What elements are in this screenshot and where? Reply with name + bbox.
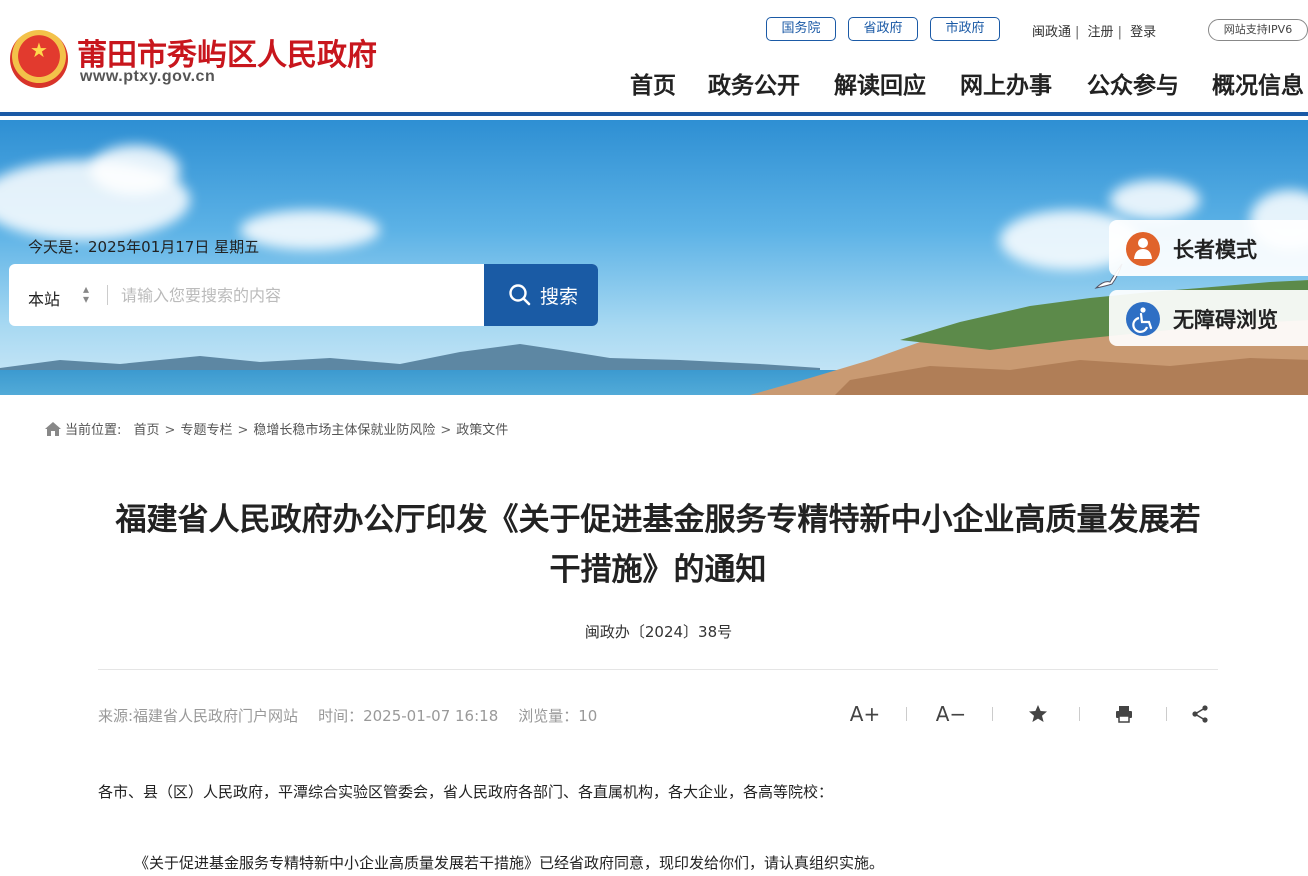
star-icon[interactable]	[1025, 701, 1051, 727]
minzhengtong-link[interactable]: 闽政通	[1032, 25, 1071, 40]
separator: |	[1075, 25, 1080, 40]
article-paragraph: 《关于促进基金服务专精特新中小企业高质量发展若干措施》已经省政府同意，现印发给你…	[134, 854, 885, 872]
search-bar: 本站 ▴▾ 搜索	[9, 264, 598, 326]
nav-government-affairs[interactable]: 政务公开	[708, 66, 800, 100]
updown-arrow-icon[interactable]: ▴ ▾	[83, 283, 89, 305]
article-meta: 来源:福建省人民政府门户网站 时间：2025-01-07 16:18 浏览量：10	[98, 705, 617, 726]
article-toolbar: A+ A−	[829, 701, 1229, 727]
article-salutation: 各市、县（区）人民政府，平潭综合实验区管委会，省人民政府各部门、各直属机构，各大…	[98, 783, 834, 801]
elder-mode-label: 长者模式	[1173, 238, 1257, 262]
tool-separator	[992, 707, 993, 721]
breadcrumb: 当前位置: 首页 > 专题专栏 > 稳增长稳市场主体保就业防风险 > 政策文件	[45, 419, 508, 438]
article-title: 福建省人民政府办公厅印发《关于促进基金服务专精特新中小企业高质量发展若 干措施》…	[89, 495, 1227, 595]
national-emblem-icon	[10, 30, 68, 88]
gov-link-state-council[interactable]: 国务院	[766, 17, 836, 41]
search-button-label: 搜索	[540, 286, 579, 308]
nav-overview[interactable]: 概况信息	[1212, 66, 1304, 100]
accessible-browse-button[interactable]: 无障碍浏览	[1109, 290, 1308, 346]
breadcrumb-home[interactable]: 首页	[134, 423, 160, 438]
breadcrumb-policy-docs[interactable]: 政策文件	[456, 423, 508, 438]
search-scope-select[interactable]: 本站	[28, 286, 60, 310]
util-links: 闽政通 | 注册 | 登录	[1032, 21, 1156, 40]
article-time: 时间：2025-01-07 16:18	[318, 707, 499, 725]
article-source: 来源:福建省人民政府门户网站	[98, 707, 299, 725]
article-views: 浏览量：10	[518, 707, 598, 725]
breadcrumb-separator: >	[164, 423, 176, 438]
site-url: www.ptxy.gov.cn	[80, 68, 216, 85]
search-button[interactable]: 搜索	[484, 264, 598, 326]
article-title-line-1: 福建省人民政府办公厅印发《关于促进基金服务专精特新中小企业高质量发展若	[115, 502, 1201, 538]
gov-link-city[interactable]: 市政府	[930, 17, 1000, 41]
tool-separator	[1079, 707, 1080, 721]
nav-home[interactable]: 首页	[630, 66, 676, 100]
article-title-line-2: 干措施》的通知	[549, 552, 767, 588]
cloud-decoration	[90, 145, 180, 195]
accessible-browse-label: 无障碍浏览	[1173, 308, 1278, 332]
search-input[interactable]	[121, 278, 471, 312]
breadcrumb-label: 当前位置:	[65, 423, 122, 438]
site-header: 莆田市秀屿区人民政府 www.ptxy.gov.cn 国务院 省政府 市政府 闽…	[0, 0, 1308, 116]
wheelchair-icon	[1126, 302, 1160, 336]
breadcrumb-topic[interactable]: 稳增长稳市场主体保就业防风险	[253, 423, 435, 438]
divider	[107, 285, 108, 305]
breadcrumb-special-topics[interactable]: 专题专栏	[180, 423, 232, 438]
document-number: 闽政办〔2024〕38号	[584, 623, 733, 641]
share-icon[interactable]	[1187, 701, 1213, 727]
title-divider	[98, 669, 1218, 670]
login-link[interactable]: 登录	[1130, 25, 1156, 40]
printer-icon[interactable]	[1111, 701, 1137, 727]
search-icon	[509, 284, 531, 306]
nav-public-participation[interactable]: 公众参与	[1087, 66, 1179, 100]
ipv6-badge: 网站支持IPV6	[1208, 19, 1308, 41]
article-panel: 当前位置: 首页 > 专题专栏 > 稳增长稳市场主体保就业防风险 > 政策文件 福建省人民政…	[9, 395, 1308, 876]
today-date: 今天是：2025年01月17日 星期五	[28, 238, 260, 256]
nav-online-services[interactable]: 网上办事	[960, 66, 1052, 100]
nav-interpretation[interactable]: 解读回应	[834, 66, 926, 100]
elder-mode-button[interactable]: 长者模式	[1109, 220, 1308, 276]
gov-link-province[interactable]: 省政府	[848, 17, 918, 41]
tool-separator	[906, 707, 907, 721]
separator: |	[1117, 25, 1122, 40]
font-decrease-button[interactable]: A−	[929, 701, 973, 727]
breadcrumb-separator: >	[237, 423, 249, 438]
home-icon	[45, 422, 61, 436]
tool-separator	[1166, 707, 1167, 721]
breadcrumb-separator: >	[440, 423, 452, 438]
cloud-decoration	[1110, 180, 1200, 220]
elder-icon	[1126, 232, 1160, 266]
register-link[interactable]: 注册	[1088, 25, 1114, 40]
font-increase-button[interactable]: A+	[843, 701, 887, 727]
cloud-decoration	[240, 210, 380, 250]
